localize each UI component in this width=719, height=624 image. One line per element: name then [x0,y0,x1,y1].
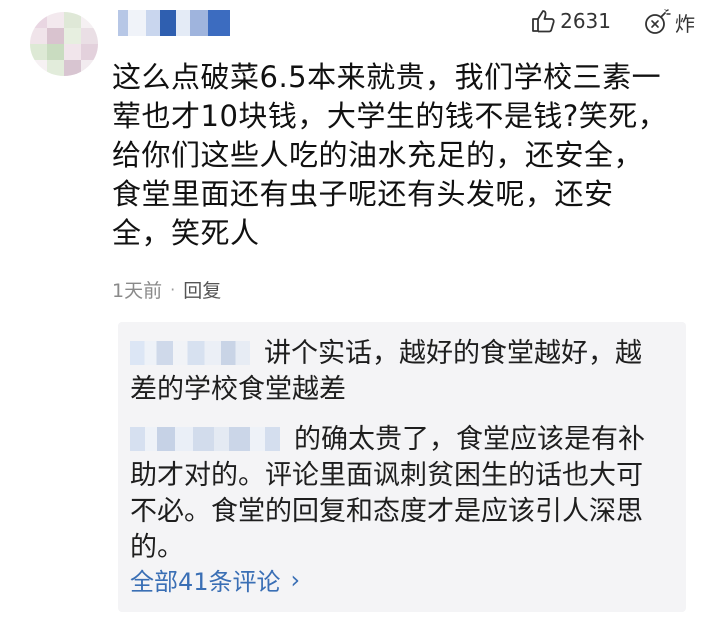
thumbs-up-icon [532,10,555,33]
avatar[interactable] [30,12,98,76]
replies-panel: 讲个实话，越好的食堂越好，越差的学校食堂越差 的确太贵了，食堂应该是有补助才对的… [118,322,686,612]
comment-meta: 1天前 · 回复 [112,276,221,303]
reply-username-blurred[interactable] [130,341,250,365]
reply-item[interactable]: 的确太贵了，食堂应该是有补助才对的。评论里面讽刺贫困生的话也大可不必。食堂的回复… [130,422,664,566]
reply-item[interactable]: 讲个实话，越好的食堂越好，越差的学校食堂越差 [130,336,664,408]
chevron-right-icon: › [290,565,301,594]
like-button[interactable]: 2631 [530,8,611,34]
username-blurred[interactable] [118,10,230,36]
like-count: 2631 [560,9,611,33]
reply-username-blurred[interactable] [130,427,280,451]
reaction-label: 炸 [675,12,695,36]
bomb-icon [645,8,671,34]
comment-time: 1天前 [112,280,163,302]
comment-text: 这么点破菜6.5本来就贵，我们学校三素一荤也才10块钱，大学生的钱不是钱?笑死，… [112,60,668,250]
reply-button[interactable]: 回复 [183,276,221,303]
view-all-label: 全部41条评论 [130,568,281,596]
meta-separator: · [170,280,176,299]
view-all-comments-link[interactable]: 全部41条评论 › [130,562,300,597]
reaction-button[interactable]: 炸 [643,8,695,37]
